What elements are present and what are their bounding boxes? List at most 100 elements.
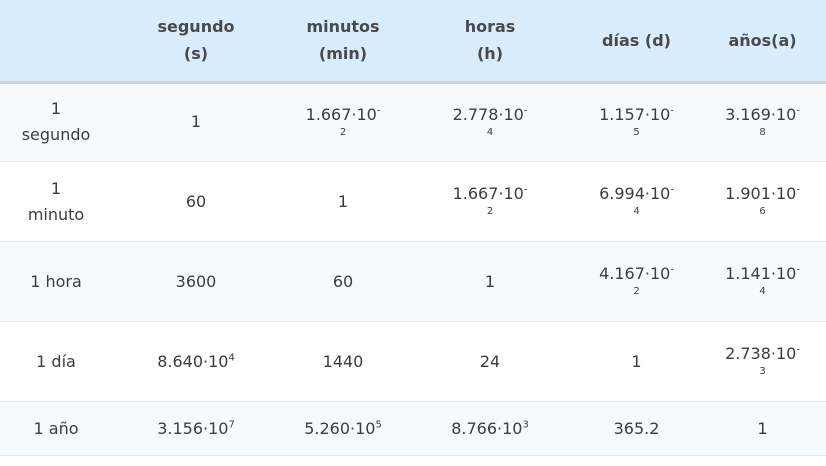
cell-exponent-sign: -	[670, 105, 674, 117]
cell-value-wrapped: 3.169·10- 8	[722, 102, 804, 140]
row-label-text: 1 segundo	[11, 96, 101, 148]
table-cell: 60	[112, 162, 280, 242]
cell-value: 1	[190, 112, 202, 132]
cell-mantissa: 1.901·10	[725, 184, 797, 204]
cell-mantissa: 4.167·10	[599, 264, 671, 284]
table-cell: 8.640·104	[112, 322, 280, 402]
table-cell: 3.156·107	[112, 402, 280, 456]
header-label: años(a)	[728, 30, 797, 50]
table-cell: 1.157·10- 5	[574, 82, 699, 162]
header-label: días (d)	[602, 30, 671, 50]
row-label-text: 1 año	[11, 416, 101, 442]
cell-exponent-sign: -	[523, 105, 528, 117]
cell-value-wrapped: 2.778·10- 4	[449, 102, 531, 140]
header-label: segundo	[157, 17, 235, 37]
row-label-line1: 1 día	[36, 351, 76, 371]
header-segundo: segundo (s)	[112, 0, 280, 84]
row-label: 1 año	[0, 402, 112, 456]
cell-exponent-digit: 5	[633, 126, 640, 138]
cell-value-wrapped: 1.667·10- 2	[449, 181, 531, 219]
table-cell: 2.778·10- 4	[406, 82, 574, 162]
table-body: 1 segundo 1 1.667·10- 2 2.778·10- 4 1.157·10- 5 3…	[0, 82, 826, 456]
table-cell: 1.667·10- 2	[280, 82, 406, 162]
cell-exponent-sign: -	[796, 105, 800, 117]
cell-exponent-sign: -	[796, 345, 800, 356]
table-cell: 1440	[280, 322, 406, 402]
table-cell: 60	[280, 242, 406, 322]
header-horas: horas (h)	[406, 0, 574, 84]
table-cell: 6.994·10- 4	[574, 162, 699, 242]
table-cell: 1	[406, 242, 574, 322]
cell-value-top: 1.141·10-	[722, 261, 804, 287]
cell-value: 1	[631, 351, 642, 371]
cell-mantissa: 1.157·10	[599, 104, 671, 124]
table-cell: 1	[574, 322, 699, 402]
cell-value: 24	[479, 351, 501, 371]
cell-value-wrapped: 4.167·10- 2	[596, 261, 678, 299]
header-label: minutos	[306, 17, 380, 37]
cell-value: 365.2	[613, 418, 660, 438]
table-row: 1 año 3.156·107 5.260·105 8.766·103 365.2 1	[0, 401, 826, 456]
cell-value-top: 1.667·10-	[449, 181, 531, 207]
cell-exponent-sign: -	[376, 105, 381, 117]
table-cell: 24	[406, 322, 574, 402]
cell-mantissa: 1.141·10	[725, 264, 797, 284]
row-label: 1 minuto	[0, 162, 112, 242]
row-label-line1: 1 año	[33, 418, 79, 438]
table-cell: 1.667·10- 2	[406, 162, 574, 242]
table-cell: 2.738·10- 3	[699, 322, 826, 402]
row-label: 1 segundo	[0, 82, 112, 162]
row-label-line1: 1	[50, 178, 62, 198]
cell-value-top: 3.169·10-	[722, 102, 804, 128]
cell-value-top: 2.738·10-	[722, 341, 804, 367]
header-row: segundo (s) minutos (min) horas (h) días (d…	[0, 0, 826, 84]
cell-value: 1	[757, 418, 768, 438]
header-anos: años(a)	[699, 0, 826, 84]
cell-value-wrapped: 1.901·10- 6	[722, 181, 804, 219]
cell-mantissa: 1.667·10	[305, 104, 377, 124]
cell-exponent-digit: 2	[633, 286, 640, 298]
table-row: 1 segundo 1 1.667·10- 2 2.778·10- 4 1.157·10- 5 3…	[0, 82, 826, 162]
cell-mantissa: 1.667·10	[452, 184, 524, 204]
table-row: 1 día 8.640·104 1440 24 1 2.738·10- 3	[0, 321, 826, 402]
header-dias: días (d)	[574, 0, 699, 84]
cell-exponent-digit: 3	[759, 366, 766, 378]
table-cell: 1	[699, 402, 826, 456]
cell-exponent-digit: 4	[486, 126, 494, 138]
cell-mantissa: 6.994·10	[599, 184, 671, 204]
header-unit: (s)	[183, 44, 209, 64]
row-label-text: 1 día	[11, 349, 101, 375]
table-cell: 1.901·10- 6	[699, 162, 826, 242]
row-label-line2: minuto	[27, 204, 85, 224]
cell-value: 1	[337, 191, 349, 211]
row-label: 1 día	[0, 322, 112, 402]
table-row: 1 minuto 60 1 1.667·10- 2 6.994·10- 4 1.901·10- 6	[0, 161, 826, 242]
cell-value-top: 1.157·10-	[596, 102, 678, 128]
cell-exponent-sign: -	[523, 185, 528, 197]
cell-value-top: 4.167·10-	[596, 261, 678, 287]
table-cell: 365.2	[574, 402, 699, 456]
cell-value: 60	[332, 271, 354, 291]
row-label-text: 1 minuto	[11, 176, 101, 228]
cell-value: 3600	[175, 271, 217, 291]
cell-value-wrapped: 1.141·10- 4	[722, 261, 804, 299]
cell-mantissa: 3.169·10	[725, 104, 797, 124]
cell-exponent-sign: -	[796, 265, 800, 277]
row-label-line1: 1 hora	[30, 271, 82, 291]
row-label-line2: segundo	[21, 125, 91, 145]
cell-value: 1	[484, 271, 496, 291]
cell-exponent: 5	[375, 419, 382, 431]
cell-value-wrapped: 2.738·10- 3	[722, 341, 804, 379]
cell-value: 60	[185, 191, 207, 211]
table-cell: 5.260·105	[280, 402, 406, 456]
cell-value: 1440	[322, 351, 364, 371]
cell-mantissa: 2.738·10	[725, 344, 797, 364]
table-cell: 1	[112, 82, 280, 162]
cell-value: 8.766·10	[451, 418, 523, 438]
cell-exponent: 3	[522, 419, 529, 431]
table-cell: 8.766·103	[406, 402, 574, 456]
row-label: 1 hora	[0, 242, 112, 322]
cell-value: 8.640·10	[157, 351, 229, 371]
time-conversion-table: segundo (s) minutos (min) horas (h) días (d…	[0, 0, 826, 456]
cell-mantissa: 2.778·10	[452, 104, 524, 124]
